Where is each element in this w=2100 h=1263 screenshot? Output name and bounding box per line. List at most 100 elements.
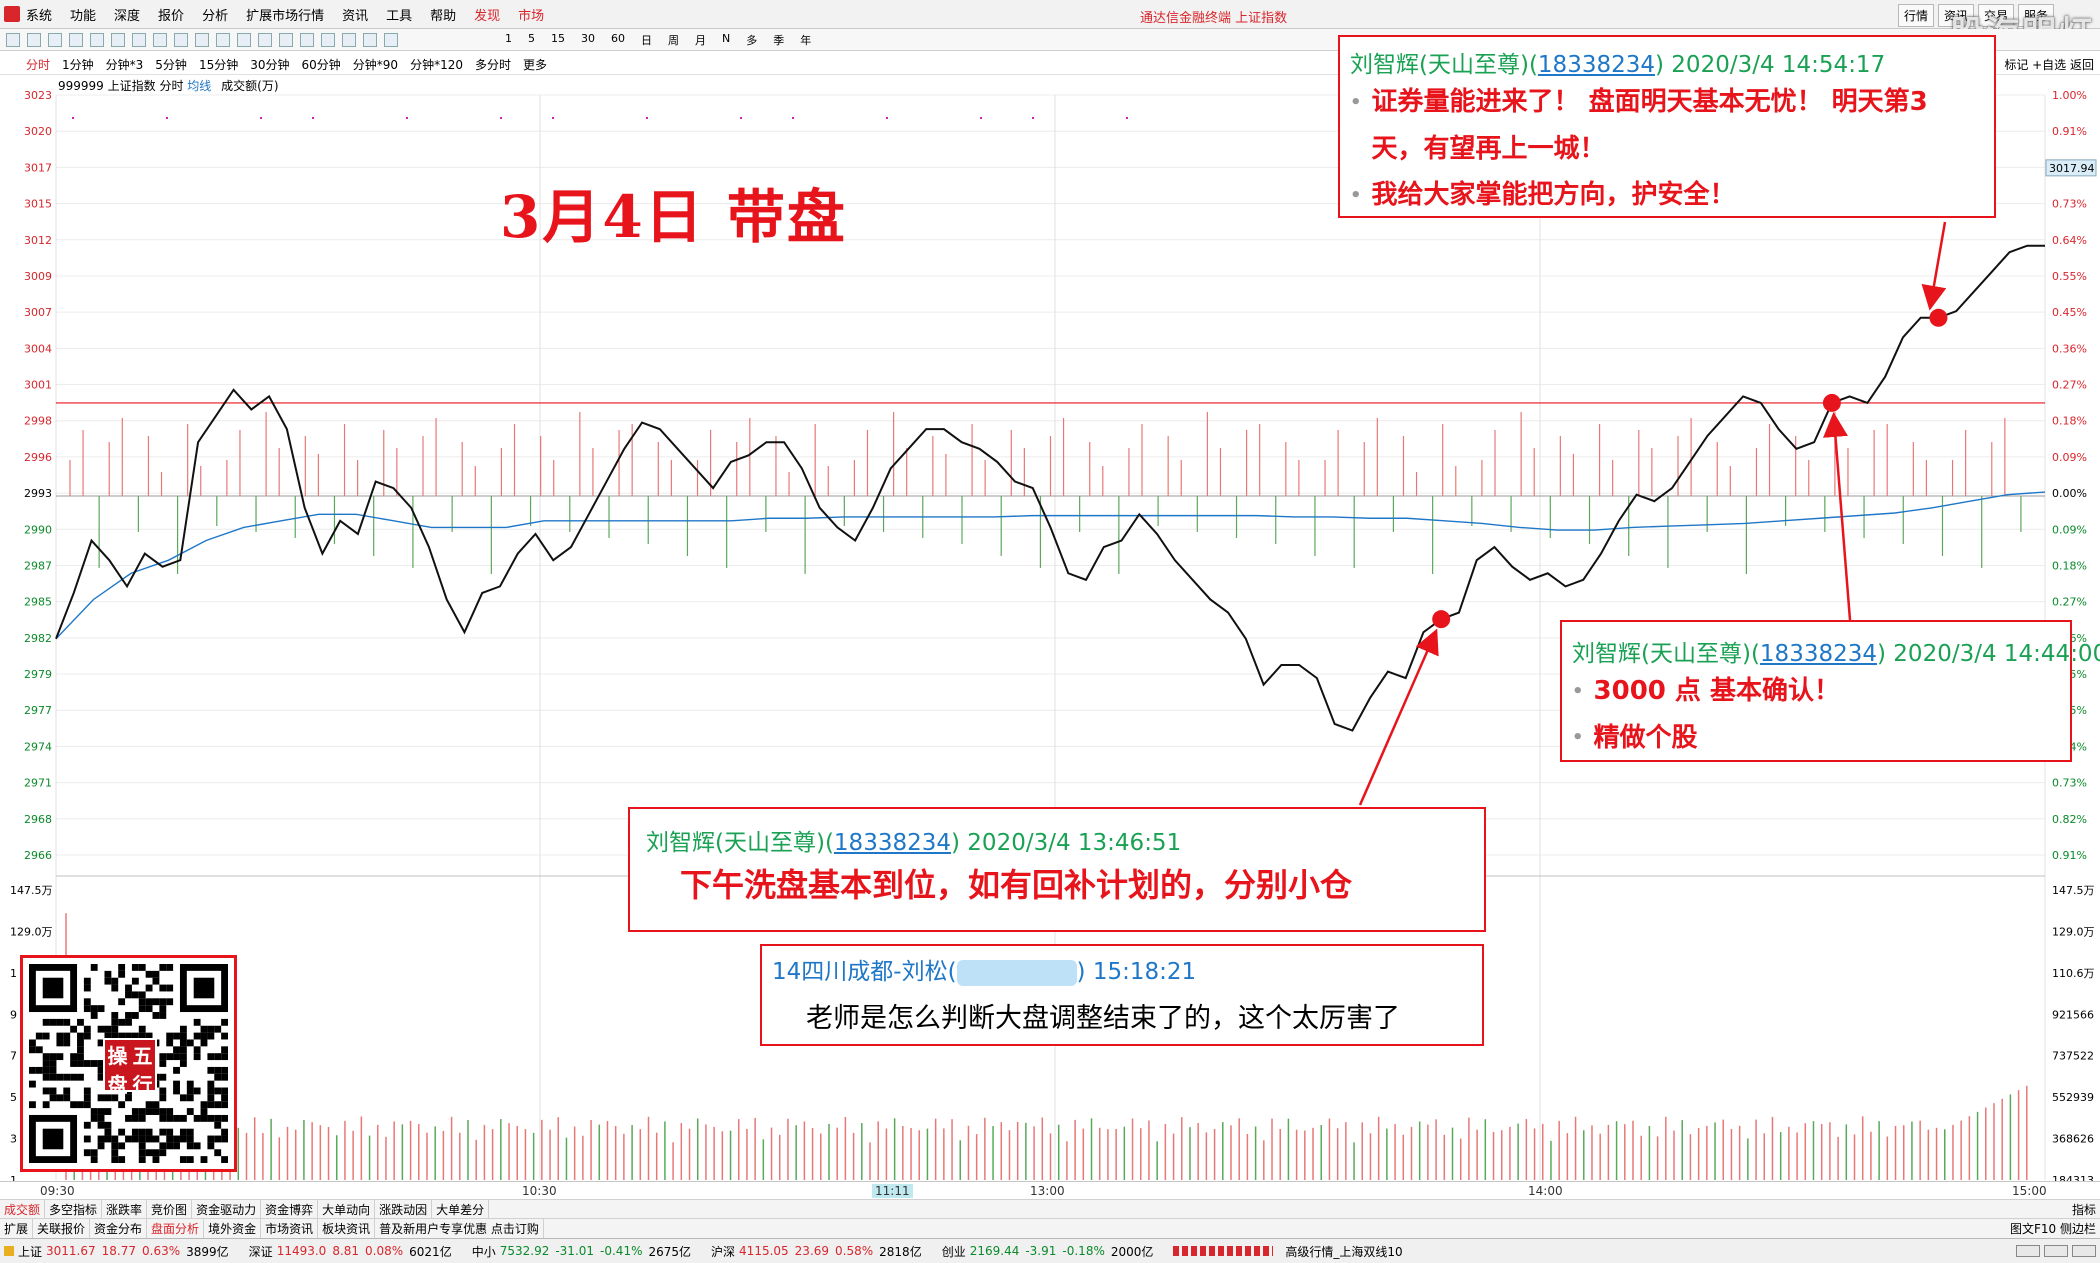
indicator-icon[interactable]	[237, 33, 251, 47]
down-arrow-icon[interactable]	[48, 33, 62, 47]
period-30[interactable]: 30	[581, 32, 595, 48]
period-day[interactable]: 日	[641, 32, 652, 48]
period-quarter[interactable]: 季	[773, 32, 784, 48]
grid-icon[interactable]	[90, 33, 104, 47]
tab-multi-intraday[interactable]: 多分时	[475, 56, 511, 73]
tab-promo[interactable]: 普及新用户专享优惠 点击订购	[375, 1219, 544, 1238]
tab-rise-fall-cause[interactable]: 涨跌动因	[375, 1200, 433, 1218]
question-note: 14四川成都-刘松() 15:18:21 老师是怎么判断大盘调整结束了的，这个太…	[760, 944, 1484, 1046]
note-top-line-2: •天，有望再上一城！	[1350, 126, 1988, 173]
tab-rise-fall-rate[interactable]: 涨跌率	[102, 1200, 148, 1218]
tab-15min[interactable]: 15分钟	[199, 56, 238, 73]
note-mid-id[interactable]: 18338234	[1760, 641, 1877, 667]
tab-capital-drive[interactable]: 资金驱动力	[192, 1200, 262, 1218]
index-quote-2[interactable]: 中小 7532.92 -31.01 -0.41% 2675亿	[472, 1243, 697, 1260]
index-quote-4[interactable]: 创业 2169.44 -3.91 -0.18% 2000亿	[942, 1243, 1160, 1260]
status-bar: 上证 3011.67 18.77 0.63% 3899亿 深证 11493.0 8.81 0.0…	[0, 1238, 2100, 1263]
volume-left-tick: 147.5万	[10, 884, 53, 897]
tab-big-order-diff[interactable]: 大单差分	[432, 1200, 490, 1218]
period-5[interactable]: 5	[528, 32, 535, 48]
tab-30min[interactable]: 30分钟	[250, 56, 289, 73]
note-mid-time: 2020/3/4 14:44:00	[1893, 641, 2100, 667]
image-icon[interactable]	[384, 33, 398, 47]
percent-icon[interactable]	[321, 33, 335, 47]
stack-icon[interactable]	[300, 33, 314, 47]
tab-sector-news[interactable]: 板块资讯	[318, 1219, 376, 1238]
table-icon[interactable]	[153, 33, 167, 47]
f10-icon[interactable]	[174, 33, 188, 47]
tab-market-analysis[interactable]: 盘面分析	[147, 1219, 205, 1238]
period-bar-right[interactable]: 标记 +自选 返回	[2004, 56, 2094, 73]
tab-120min[interactable]: 分钟*120	[410, 56, 463, 73]
menu-item-system[interactable]: 系统	[26, 5, 52, 24]
menu-item-depth[interactable]: 深度	[114, 5, 140, 24]
menu-item-analysis[interactable]: 分析	[202, 5, 228, 24]
line-chart-icon[interactable]	[111, 33, 125, 47]
menu-item-quote[interactable]: 报价	[158, 5, 184, 24]
tab-capital-distribution[interactable]: 资金分布	[90, 1219, 148, 1238]
tab-extension[interactable]: 扩展	[0, 1219, 34, 1238]
refresh-icon[interactable]	[69, 33, 83, 47]
period-multi[interactable]: 多	[746, 32, 757, 48]
note-top-id[interactable]: 18338234	[1538, 52, 1655, 78]
tab-related-quote[interactable]: 关联报价	[33, 1219, 91, 1238]
menu-item-news[interactable]: 资讯	[342, 5, 368, 24]
period-60[interactable]: 60	[611, 32, 625, 48]
menu-item-discover[interactable]: 发现	[474, 5, 500, 24]
note-low-id[interactable]: 18338234	[834, 830, 951, 856]
tab-auction[interactable]: 竞价图	[147, 1200, 193, 1218]
layout-icon[interactable]	[2044, 1245, 2068, 1257]
menu-item-tools[interactable]: 工具	[386, 5, 412, 24]
status-right-controls	[2016, 1245, 2100, 1257]
period-n[interactable]: N	[722, 32, 730, 48]
stamp-char-2: 五	[132, 1044, 153, 1068]
f10-sidebar[interactable]: 图文F10 侧边栏	[2006, 1219, 2100, 1238]
menu-item-ext-market[interactable]: 扩展市场行情	[246, 5, 324, 24]
index-name: 沪深	[711, 1244, 736, 1259]
tab-90min[interactable]: 分钟*90	[353, 56, 398, 73]
settings-icon[interactable]	[2072, 1245, 2096, 1257]
quote-button[interactable]: 行情	[1897, 4, 1934, 27]
pct-tick-label: 0.82%	[2052, 813, 2087, 826]
signal-dot	[1032, 117, 1034, 119]
compare-icon[interactable]	[279, 33, 293, 47]
kline-icon[interactable]	[132, 33, 146, 47]
back-arrow-icon[interactable]	[6, 33, 20, 47]
tab-1min[interactable]: 1分钟	[62, 56, 94, 73]
period-1[interactable]: 1	[505, 32, 512, 48]
tab-intraday[interactable]: 分时	[26, 56, 50, 73]
indicator-menu[interactable]: 指标	[2068, 1200, 2100, 1218]
fs-icon[interactable]	[363, 33, 377, 47]
tab-3min[interactable]: 分钟*3	[106, 56, 144, 73]
menu-item-function[interactable]: 功能	[70, 5, 96, 24]
market-icon[interactable]	[4, 1246, 14, 1256]
menu-item-help[interactable]: 帮助	[430, 5, 456, 24]
index-quote-3[interactable]: 沪深 4115.05 23.69 0.58% 2818亿	[711, 1243, 928, 1260]
bullet-icon: •	[1572, 727, 1584, 748]
tab-long-short[interactable]: 多空指标	[45, 1200, 103, 1218]
clock-icon[interactable]	[258, 33, 272, 47]
tab-turnover[interactable]: 成交额	[0, 1200, 46, 1218]
menu-item-market[interactable]: 市场	[518, 5, 544, 24]
tab-market-news[interactable]: 市场资讯	[261, 1219, 319, 1238]
period-week[interactable]: 周	[668, 32, 679, 48]
tab-foreign-capital[interactable]: 境外资金	[204, 1219, 262, 1238]
window-icon[interactable]	[2016, 1245, 2040, 1257]
time-label-0930: 09:30	[40, 1184, 75, 1198]
window-icon[interactable]	[216, 33, 230, 47]
index-quote-0[interactable]: 上证 3011.67 18.77 0.63% 3899亿	[18, 1243, 235, 1260]
tab-big-order[interactable]: 大单动向	[318, 1200, 376, 1218]
period-month[interactable]: 月	[695, 32, 706, 48]
tab-more[interactable]: 更多	[523, 56, 547, 73]
tab-capital-game[interactable]: 资金博弈	[261, 1200, 319, 1218]
period-year[interactable]: 年	[800, 32, 811, 48]
layout-icon[interactable]	[195, 33, 209, 47]
index-quote-1[interactable]: 深证 11493.0 8.81 0.08% 6021亿	[249, 1243, 458, 1260]
draw-pen-icon[interactable]	[342, 33, 356, 47]
tab-5min[interactable]: 5分钟	[155, 56, 187, 73]
tab-60min[interactable]: 60分钟	[302, 56, 341, 73]
signal-dot	[740, 117, 742, 119]
up-arrow-icon[interactable]	[27, 33, 41, 47]
period-15[interactable]: 15	[551, 32, 565, 48]
price-tick-label: 3001	[24, 379, 52, 392]
